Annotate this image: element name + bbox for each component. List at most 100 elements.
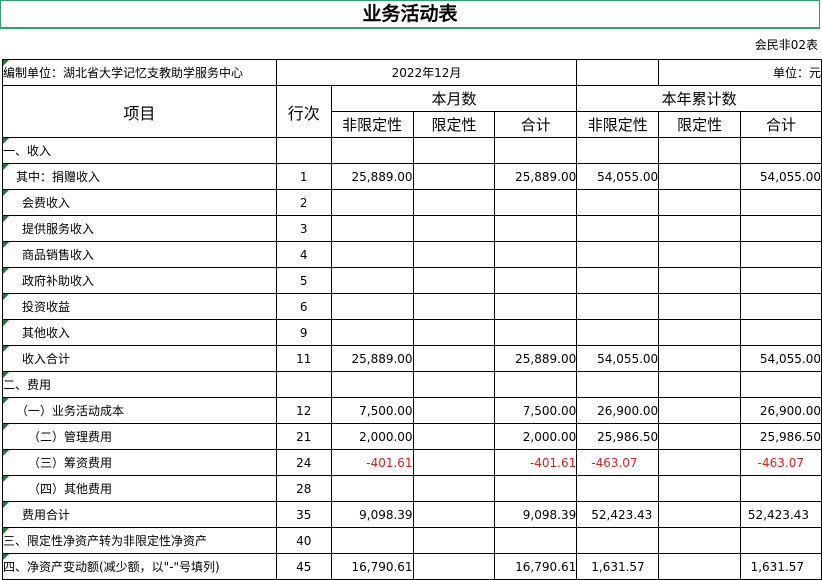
- month-restricted-cell[interactable]: [412, 267, 496, 294]
- ytd-restricted-cell[interactable]: [658, 345, 741, 372]
- ytd-total-cell[interactable]: [739, 267, 822, 294]
- month-total-cell[interactable]: 25,889.00: [494, 163, 578, 190]
- header-ytd-group[interactable]: 本年累计数: [576, 85, 822, 112]
- ytd-total-cell[interactable]: [739, 475, 822, 502]
- month-total-cell[interactable]: [494, 319, 578, 346]
- item-cell[interactable]: （三）筹资费用: [2, 449, 277, 476]
- ytd-restricted-cell[interactable]: [658, 397, 741, 424]
- month-total-cell[interactable]: 16,790.61: [494, 553, 578, 580]
- month-total-cell[interactable]: 9,098.39: [494, 501, 578, 528]
- month-unrestricted-cell[interactable]: 25,889.00: [330, 345, 414, 372]
- ytd-unrestricted-cell[interactable]: 1,631.57: [576, 553, 660, 580]
- line-no-cell[interactable]: 5: [275, 267, 332, 294]
- ytd-unrestricted-cell[interactable]: -463.07: [576, 449, 660, 476]
- month-restricted-cell[interactable]: [412, 475, 496, 502]
- month-total-cell[interactable]: 7,500.00: [494, 397, 578, 424]
- ytd-total-cell[interactable]: 25,986.50: [739, 423, 822, 450]
- line-no-cell[interactable]: 2: [275, 189, 332, 216]
- ytd-restricted-cell[interactable]: [658, 475, 741, 502]
- ytd-total-cell[interactable]: [739, 189, 822, 216]
- ytd-unrestricted-cell[interactable]: 26,900.00: [576, 397, 660, 424]
- ytd-restricted-cell[interactable]: [658, 501, 741, 528]
- month-restricted-cell[interactable]: [412, 137, 496, 164]
- month-restricted-cell[interactable]: [412, 345, 496, 372]
- month-unrestricted-cell[interactable]: [330, 527, 414, 554]
- line-no-cell[interactable]: 35: [275, 501, 332, 528]
- month-restricted-cell[interactable]: [412, 241, 496, 268]
- month-unrestricted-cell[interactable]: -401.61: [330, 449, 414, 476]
- ytd-restricted-cell[interactable]: [658, 189, 741, 216]
- ytd-restricted-cell[interactable]: [658, 449, 741, 476]
- header-month-group[interactable]: 本月数: [330, 85, 578, 112]
- ytd-total-cell[interactable]: [739, 137, 822, 164]
- month-unrestricted-cell[interactable]: [330, 319, 414, 346]
- ytd-unrestricted-cell[interactable]: [576, 267, 660, 294]
- line-no-cell[interactable]: 4: [275, 241, 332, 268]
- ytd-restricted-cell[interactable]: [658, 215, 741, 242]
- item-cell[interactable]: 一、收入: [2, 137, 277, 164]
- ytd-total-cell[interactable]: 54,055.00: [739, 345, 822, 372]
- month-unrestricted-cell[interactable]: [330, 241, 414, 268]
- item-cell[interactable]: 投资收益: [2, 293, 277, 320]
- ytd-total-cell[interactable]: 1,631.57: [739, 553, 822, 580]
- header-month-total[interactable]: 合计: [494, 111, 578, 138]
- item-cell[interactable]: 四、净资产变动额(减少额，以"-"号填列): [2, 553, 277, 580]
- month-unrestricted-cell[interactable]: [330, 293, 414, 320]
- line-no-cell[interactable]: 6: [275, 293, 332, 320]
- month-restricted-cell[interactable]: [412, 553, 496, 580]
- ytd-total-cell[interactable]: 52,423.43: [739, 501, 822, 528]
- ytd-unrestricted-cell[interactable]: [576, 475, 660, 502]
- line-no-cell[interactable]: 40: [275, 527, 332, 554]
- month-unrestricted-cell[interactable]: [330, 215, 414, 242]
- ytd-restricted-cell[interactable]: [658, 241, 741, 268]
- ytd-total-cell[interactable]: [739, 241, 822, 268]
- header-line-no[interactable]: 行次: [275, 85, 332, 138]
- line-no-cell[interactable]: 21: [275, 423, 332, 450]
- ytd-restricted-cell[interactable]: [658, 319, 741, 346]
- month-restricted-cell[interactable]: [412, 527, 496, 554]
- item-cell[interactable]: 会费收入: [2, 189, 277, 216]
- ytd-restricted-cell[interactable]: [658, 267, 741, 294]
- line-no-cell[interactable]: 45: [275, 553, 332, 580]
- month-total-cell[interactable]: [494, 527, 578, 554]
- month-unrestricted-cell[interactable]: 16,790.61: [330, 553, 414, 580]
- month-restricted-cell[interactable]: [412, 163, 496, 190]
- header-ytd-restricted[interactable]: 限定性: [658, 111, 741, 138]
- header-ytd-unrestricted[interactable]: 非限定性: [576, 111, 660, 138]
- item-cell[interactable]: 其中：捐赠收入: [2, 163, 277, 190]
- ytd-unrestricted-cell[interactable]: [576, 293, 660, 320]
- ytd-unrestricted-cell[interactable]: 54,055.00: [576, 163, 660, 190]
- org-cell[interactable]: 编制单位：湖北省大学记忆支教助学服务中心: [2, 59, 277, 86]
- header-item[interactable]: 项目: [2, 85, 277, 138]
- item-cell[interactable]: 费用合计: [2, 501, 277, 528]
- meta-blank-cell[interactable]: [576, 59, 660, 86]
- month-unrestricted-cell[interactable]: [330, 137, 414, 164]
- month-restricted-cell[interactable]: [412, 423, 496, 450]
- ytd-unrestricted-cell[interactable]: [576, 215, 660, 242]
- ytd-total-cell[interactable]: [739, 319, 822, 346]
- month-total-cell[interactable]: [494, 475, 578, 502]
- ytd-total-cell[interactable]: [739, 527, 822, 554]
- month-total-cell[interactable]: 25,889.00: [494, 345, 578, 372]
- month-total-cell[interactable]: [494, 267, 578, 294]
- month-unrestricted-cell[interactable]: [330, 189, 414, 216]
- line-no-cell[interactable]: [275, 371, 332, 398]
- month-unrestricted-cell[interactable]: [330, 267, 414, 294]
- month-total-cell[interactable]: [494, 371, 578, 398]
- month-unrestricted-cell[interactable]: 2,000.00: [330, 423, 414, 450]
- ytd-total-cell[interactable]: [739, 293, 822, 320]
- ytd-unrestricted-cell[interactable]: [576, 137, 660, 164]
- ytd-restricted-cell[interactable]: [658, 553, 741, 580]
- month-unrestricted-cell[interactable]: [330, 475, 414, 502]
- month-total-cell[interactable]: [494, 215, 578, 242]
- ytd-total-cell[interactable]: [739, 371, 822, 398]
- month-restricted-cell[interactable]: [412, 189, 496, 216]
- ytd-unrestricted-cell[interactable]: [576, 527, 660, 554]
- line-no-cell[interactable]: 12: [275, 397, 332, 424]
- ytd-restricted-cell[interactable]: [658, 293, 741, 320]
- item-cell[interactable]: 商品销售收入: [2, 241, 277, 268]
- item-cell[interactable]: 提供服务收入: [2, 215, 277, 242]
- header-ytd-total[interactable]: 合计: [739, 111, 822, 138]
- ytd-unrestricted-cell[interactable]: 54,055.00: [576, 345, 660, 372]
- ytd-restricted-cell[interactable]: [658, 527, 741, 554]
